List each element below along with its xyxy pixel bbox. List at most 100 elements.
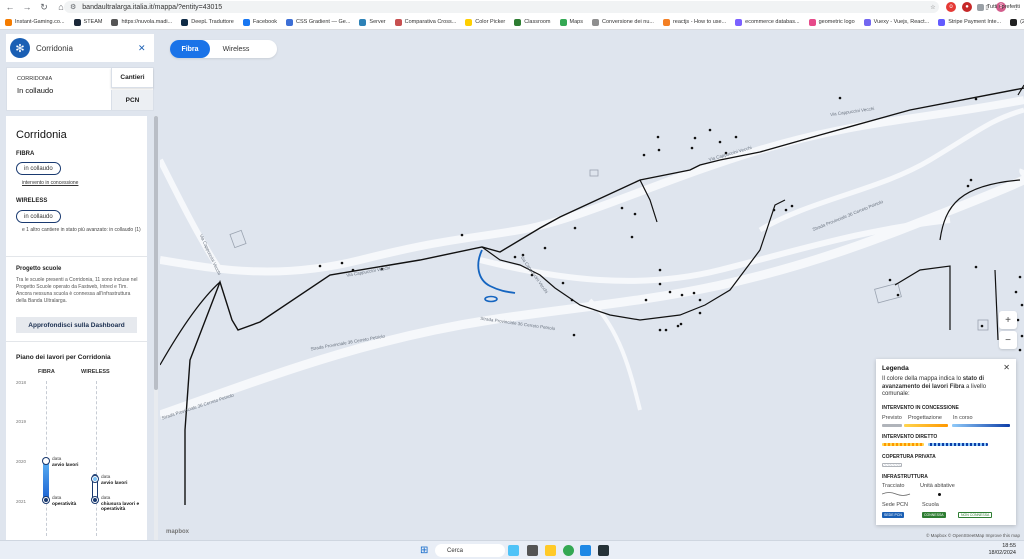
back-icon[interactable]: ← (3, 0, 17, 14)
extension-icon[interactable]: ● (962, 2, 972, 12)
legend-in-corso: In corso (953, 415, 973, 421)
bookmark-item[interactable]: ecommerce databas... (735, 18, 800, 26)
bookmark-item[interactable]: Color Picker (465, 18, 505, 26)
bookmark-item[interactable]: reactjs - How to use... (662, 18, 726, 26)
year-label: 2020 (16, 459, 27, 464)
divider (6, 341, 147, 342)
bookmark-label: https://nuvola.madi... (121, 19, 173, 25)
bookmark-favicon-icon (242, 18, 250, 26)
bookmark-item[interactable]: Maps (559, 18, 583, 26)
bookmark-label: STEAM (83, 19, 103, 25)
road-band (479, 217, 951, 284)
fibra-end-label: data operatività (52, 496, 76, 507)
wireless-end-caption: data (101, 496, 111, 501)
legend-unita: Unità abitative (920, 483, 955, 489)
legend-bar-diretto-corso (928, 443, 988, 446)
bookmark-item[interactable]: (2) Holly - I like tech... (1010, 18, 1024, 26)
close-icon[interactable]: ✕ (1003, 363, 1010, 372)
bookmark-label: CSS Gradient — Ge... (296, 19, 351, 25)
building (589, 169, 599, 177)
map-attribution[interactable]: © Mapbox © OpenStreetMap Improve this ma… (926, 533, 1020, 538)
fibra-status-pill: in collaudo (16, 162, 61, 175)
taskbar-app-icon[interactable] (508, 545, 519, 556)
bookmark-item[interactable]: https://nuvola.madi... (111, 18, 173, 26)
clock-time: 18:55 (1002, 543, 1016, 549)
extension-icon[interactable]: o (946, 2, 956, 12)
bookmark-item[interactable]: Facebook (242, 18, 277, 26)
all-bookmarks[interactable]: Tutti i preferiti (976, 0, 1020, 14)
building (874, 282, 902, 304)
bookmark-item[interactable]: geometric logo (808, 18, 855, 26)
bul-logo-icon[interactable]: ✻ (10, 38, 30, 58)
bookmark-label: Stripe Payment Inte... (948, 19, 1002, 25)
tag-sede-pcn: SEDE PCN (882, 512, 904, 518)
search-input[interactable] (36, 43, 136, 53)
terminal-icon[interactable] (598, 545, 609, 556)
bookmark-item[interactable]: Vuexy - Vuejs, React... (863, 18, 929, 26)
legend-concessione: INTERVENTO IN CONCESSIONE (882, 405, 959, 411)
mode-toggle: Fibra Wireless (170, 40, 277, 58)
road-band (160, 96, 1024, 276)
chrome-icon[interactable] (563, 545, 574, 556)
fibra-start-caption: data (52, 457, 62, 462)
bookmark-label: Comparativa Cross... (404, 19, 457, 25)
road-band (588, 298, 642, 411)
year-label: 2018 (16, 380, 27, 385)
bookmark-item[interactable]: Conversione dei nu... (591, 18, 654, 26)
blue-trace (484, 295, 498, 303)
legend-previsto: Previsto (882, 415, 902, 421)
dashboard-button[interactable]: Approfondisci sulla Dashboard (16, 317, 137, 333)
fibra-start-value: avvio lavori (52, 462, 79, 468)
reload-icon[interactable]: ↻ (37, 0, 51, 14)
mode-fibra-button[interactable]: Fibra (170, 40, 210, 58)
bookmark-item[interactable]: Comparativa Cross... (394, 18, 457, 26)
bookmark-item[interactable]: Instant-Gaming.co... (5, 18, 65, 26)
fibra-end-dot (43, 497, 49, 503)
mapbox-logo[interactable]: mapbox (166, 529, 189, 535)
taskbar-clock[interactable]: 18:55 18/02/2024 (988, 543, 1016, 557)
bookmark-favicon-icon (286, 18, 293, 26)
zoom-in-button[interactable]: + (999, 311, 1017, 329)
piano-heading: Piano dei lavori per Corridonia (16, 354, 111, 361)
legend-bar-privata (882, 463, 902, 467)
vscode-icon[interactable] (580, 545, 591, 556)
site-info-icon[interactable]: ⚙ (70, 3, 76, 11)
windows-start-icon[interactable]: ⊞ (420, 545, 428, 556)
bookmark-item[interactable]: Stripe Payment Inte... (938, 18, 1002, 26)
bookmark-favicon-icon (808, 18, 816, 26)
address-bar[interactable]: ⚙ bandaultralarga.italia.it/mappa/?entit… (64, 1, 939, 13)
star-icon[interactable]: ☆ (928, 2, 938, 12)
bookmark-item[interactable]: CSS Gradient — Ge... (286, 18, 351, 26)
bookmark-item[interactable]: STEAM (73, 18, 103, 26)
wireless-end-value: chiusura lavori e operatività (101, 501, 140, 513)
pcn-button[interactable]: PCN (111, 90, 153, 110)
fibra-concessione-link[interactable]: intervento in concessione (22, 180, 78, 186)
bookmark-favicon-icon (863, 18, 871, 26)
fibra-start-label: data avvio lavori (52, 457, 78, 468)
zoom-out-button[interactable]: − (999, 331, 1017, 349)
taskbar-search[interactable]: Cerca (435, 544, 505, 557)
taskbar-app-icon[interactable] (527, 545, 538, 556)
status-card: CORRIDONIA In collaudo Cantieri PCN (6, 67, 154, 111)
bookmark-item[interactable]: DeepL Traduttore (181, 18, 234, 26)
fibre-trace (1017, 84, 1024, 96)
forward-icon[interactable]: → (20, 0, 34, 14)
year-label: 2021 (16, 499, 27, 504)
bookmark-label: Facebook (252, 19, 277, 25)
os-taskbar: ⊞ Cerca 18:55 18/02/2024 (0, 540, 1024, 559)
bookmark-item[interactable]: Classroom (514, 18, 551, 26)
folder-icon (976, 3, 984, 11)
clear-search-icon[interactable]: ✕ (138, 43, 146, 54)
scroll-thumb[interactable] (154, 116, 158, 390)
search-card: ✻ ✕ (6, 34, 154, 62)
mode-wireless-button[interactable]: Wireless (216, 40, 256, 58)
cantieri-button[interactable]: Cantieri (111, 68, 153, 88)
bookmark-item[interactable]: Server (359, 18, 386, 26)
legend-title: Legenda (882, 365, 909, 372)
detail-title: Corridonia (16, 129, 67, 141)
fibra-start-dot (43, 458, 49, 464)
wireless-start-dot (92, 476, 98, 482)
bookmark-favicon-icon (5, 18, 12, 26)
detail-scrollbar[interactable] (154, 116, 158, 540)
folder-icon[interactable] (545, 545, 556, 556)
